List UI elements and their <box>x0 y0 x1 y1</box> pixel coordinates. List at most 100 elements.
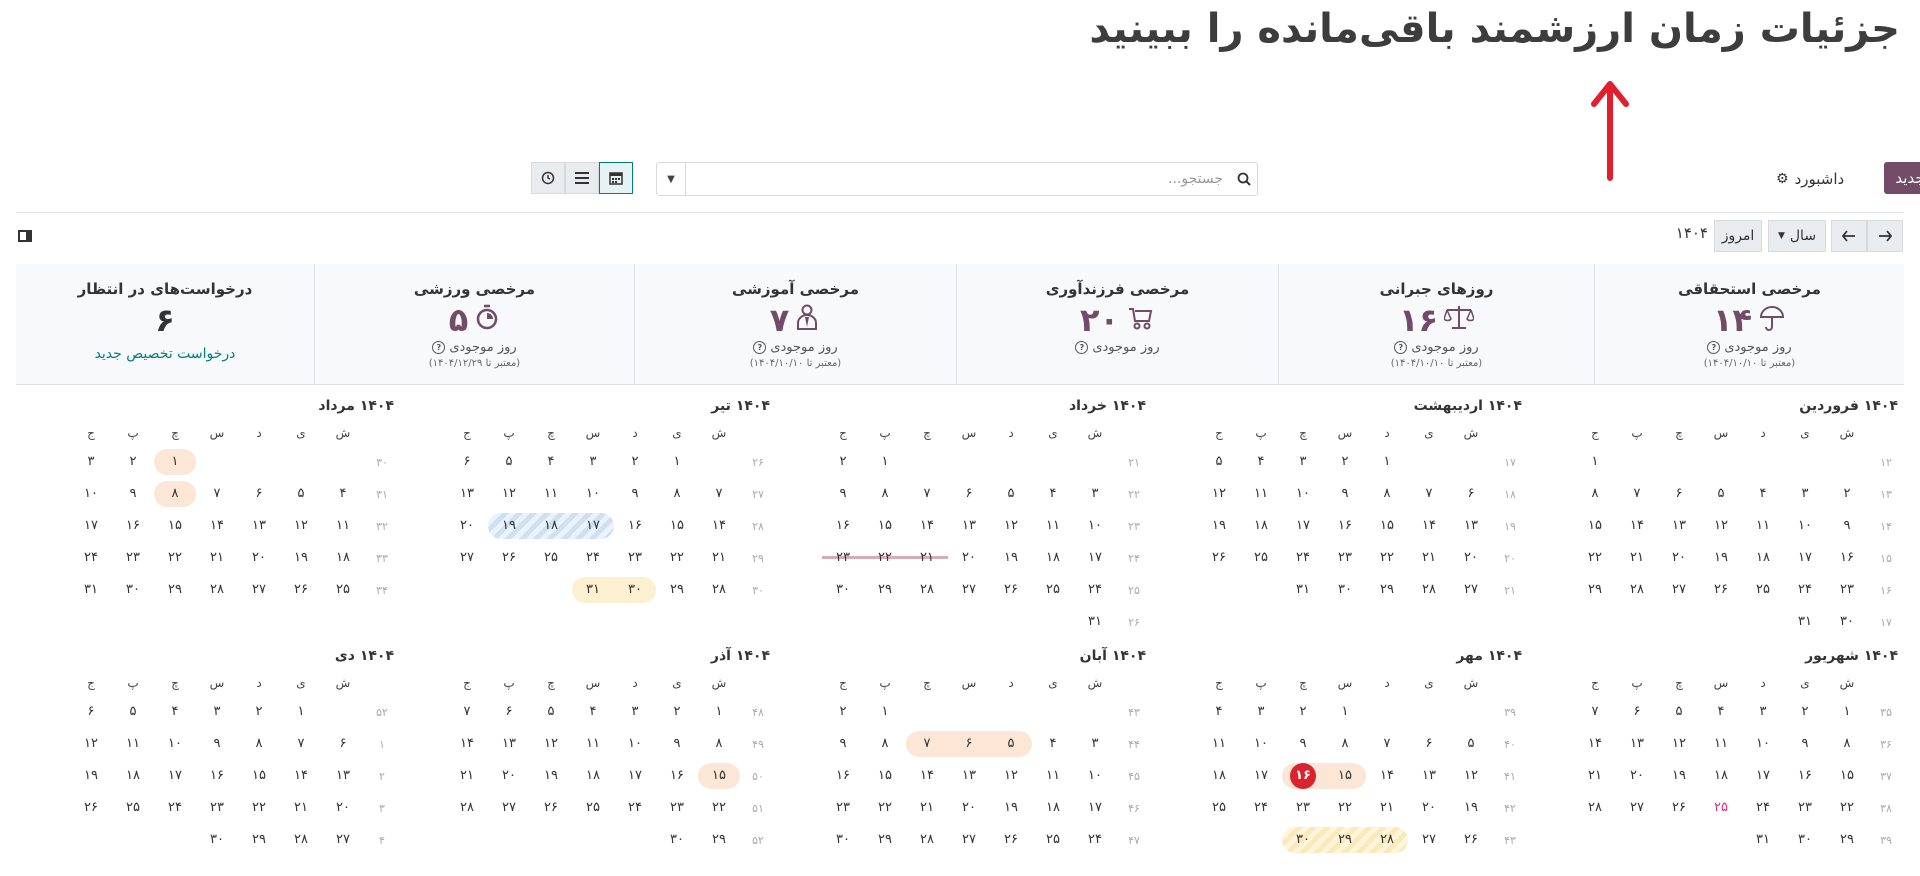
day-cell[interactable]: ۲۸ <box>906 577 948 603</box>
day-cell[interactable]: ۲۵ <box>1742 577 1784 603</box>
day-cell[interactable]: ۶ <box>1616 699 1658 725</box>
day-cell[interactable]: ۱۴ <box>280 763 322 789</box>
day-cell[interactable]: ۲۵ <box>572 795 614 821</box>
day-cell[interactable]: ۶ <box>948 731 990 757</box>
day-cell[interactable]: ۱۲ <box>70 731 112 757</box>
day-cell[interactable]: ۱۳ <box>1450 513 1492 539</box>
day-cell[interactable]: ۱۷ <box>614 763 656 789</box>
day-cell[interactable]: ۱۸ <box>1198 763 1240 789</box>
day-cell[interactable]: ۲ <box>112 449 154 475</box>
day-cell[interactable]: ۱۸ <box>1240 513 1282 539</box>
day-cell[interactable]: ۴ <box>1198 699 1240 725</box>
day-cell[interactable]: ۵ <box>280 481 322 507</box>
day-cell[interactable]: ۴ <box>1032 481 1074 507</box>
day-cell[interactable]: ۲۷ <box>948 577 990 603</box>
day-cell[interactable]: ۳ <box>614 699 656 725</box>
list-view-button[interactable] <box>565 162 599 194</box>
day-cell[interactable]: ۲۸ <box>196 577 238 603</box>
day-cell[interactable]: ۲۳ <box>1784 795 1826 821</box>
card-parental-leave[interactable]: مرخصی فرزندآوری ۲۰ روز موجودی? <box>956 264 1278 384</box>
day-cell[interactable]: ۲۶ <box>990 577 1032 603</box>
day-cell[interactable]: ۵ <box>1198 449 1240 475</box>
day-cell[interactable]: ۱۷ <box>1742 763 1784 789</box>
day-cell[interactable]: ۹ <box>656 731 698 757</box>
question-icon[interactable]: ? <box>432 341 446 354</box>
day-cell[interactable]: ۸ <box>1826 731 1868 757</box>
day-cell[interactable]: ۳۰ <box>196 827 238 853</box>
arrow-left-button[interactable] <box>1831 220 1867 252</box>
day-cell[interactable]: ۸ <box>1574 481 1616 507</box>
day-cell[interactable]: ۱۴ <box>1574 731 1616 757</box>
day-cell[interactable]: ۱۸ <box>1032 795 1074 821</box>
day-cell[interactable]: ۱۵ <box>1826 763 1868 789</box>
day-cell[interactable]: ۱۵ <box>1574 513 1616 539</box>
day-cell[interactable]: ۱۰ <box>1074 513 1116 539</box>
day-cell[interactable]: ۸ <box>698 731 740 757</box>
day-cell[interactable]: ۳۰ <box>1324 577 1366 603</box>
day-cell[interactable]: ۲۰ <box>948 795 990 821</box>
day-cell[interactable]: ۲ <box>1324 449 1366 475</box>
day-cell[interactable]: ۴ <box>154 699 196 725</box>
day-cell[interactable]: ۲۶ <box>488 545 530 571</box>
day-cell[interactable]: ۲۲ <box>1324 795 1366 821</box>
day-cell[interactable]: ۱۱ <box>530 481 572 507</box>
day-cell[interactable]: ۴ <box>530 449 572 475</box>
day-cell[interactable]: ۲۴ <box>1282 545 1324 571</box>
day-cell[interactable]: ۳۰ <box>822 577 864 603</box>
day-cell[interactable]: ۳۱ <box>70 577 112 603</box>
day-cell[interactable]: ۶ <box>1450 481 1492 507</box>
day-cell[interactable]: ۲۳ <box>656 795 698 821</box>
day-cell[interactable]: ۵ <box>1450 731 1492 757</box>
day-cell[interactable]: ۱ <box>280 699 322 725</box>
day-cell[interactable]: ۶ <box>70 699 112 725</box>
day-cell[interactable]: ۲۳ <box>822 545 864 571</box>
day-cell[interactable]: ۸ <box>864 481 906 507</box>
day-cell[interactable]: ۳۱ <box>572 577 614 603</box>
day-cell[interactable]: ۱۰ <box>1742 731 1784 757</box>
day-cell[interactable]: ۱۳ <box>1616 731 1658 757</box>
day-cell[interactable]: ۲۱ <box>1408 545 1450 571</box>
question-icon[interactable]: ? <box>1707 341 1721 354</box>
day-cell[interactable]: ۸ <box>864 731 906 757</box>
day-cell[interactable]: ۲۶ <box>1700 577 1742 603</box>
day-cell[interactable]: ۱۹ <box>530 763 572 789</box>
day-cell[interactable]: ۱۶ <box>196 763 238 789</box>
day-cell[interactable]: ۱۱ <box>1032 513 1074 539</box>
day-cell[interactable]: ۲۳ <box>112 545 154 571</box>
day-cell[interactable]: ۱۶ <box>112 513 154 539</box>
day-cell[interactable]: ۲۰ <box>948 545 990 571</box>
day-cell[interactable]: ۱۵ <box>864 763 906 789</box>
day-cell[interactable]: ۲۵ <box>1032 827 1074 853</box>
day-cell[interactable]: ۱۴ <box>446 731 488 757</box>
day-cell[interactable]: ۲۳ <box>1282 795 1324 821</box>
day-cell[interactable]: ۳ <box>1282 449 1324 475</box>
card-compensatory-days[interactable]: روزهای جبرانی ۱۶ روز موجودی? (معتبر تا ۱… <box>1278 264 1594 384</box>
day-cell[interactable]: ۲۹ <box>864 827 906 853</box>
day-cell[interactable]: ۲۸ <box>1616 577 1658 603</box>
day-cell[interactable]: ۱۹ <box>1450 795 1492 821</box>
day-cell[interactable]: ۱۲ <box>990 763 1032 789</box>
day-cell[interactable]: ۲۲ <box>238 795 280 821</box>
day-cell[interactable]: ۲۴ <box>1742 795 1784 821</box>
question-icon[interactable]: ? <box>753 341 767 354</box>
day-cell[interactable]: ۶ <box>238 481 280 507</box>
day-cell[interactable]: ۱۱ <box>322 513 364 539</box>
day-cell[interactable]: ۱۳ <box>446 481 488 507</box>
day-cell[interactable]: ۷ <box>906 481 948 507</box>
day-cell[interactable]: ۲۵ <box>1240 545 1282 571</box>
day-cell[interactable]: ۷ <box>196 481 238 507</box>
day-cell[interactable]: ۱۵ <box>238 763 280 789</box>
day-cell[interactable]: ۲۴ <box>572 545 614 571</box>
day-cell[interactable]: ۱۳ <box>1658 513 1700 539</box>
day-cell[interactable]: ۲۰ <box>322 795 364 821</box>
day-cell[interactable]: ۲ <box>238 699 280 725</box>
day-cell[interactable]: ۱۰ <box>614 731 656 757</box>
day-cell[interactable]: ۷ <box>1616 481 1658 507</box>
day-cell[interactable]: ۲۱ <box>1616 545 1658 571</box>
day-cell[interactable]: ۵ <box>488 449 530 475</box>
card-sport-leave[interactable]: مرخصی ورزشی ۵ روز موجودی? (معتبر تا ۱۴۰۴… <box>314 264 634 384</box>
activity-view-button[interactable] <box>531 162 565 194</box>
day-cell[interactable]: ۷ <box>1408 481 1450 507</box>
day-cell[interactable]: ۸ <box>238 731 280 757</box>
day-cell[interactable]: ۲۲ <box>698 795 740 821</box>
